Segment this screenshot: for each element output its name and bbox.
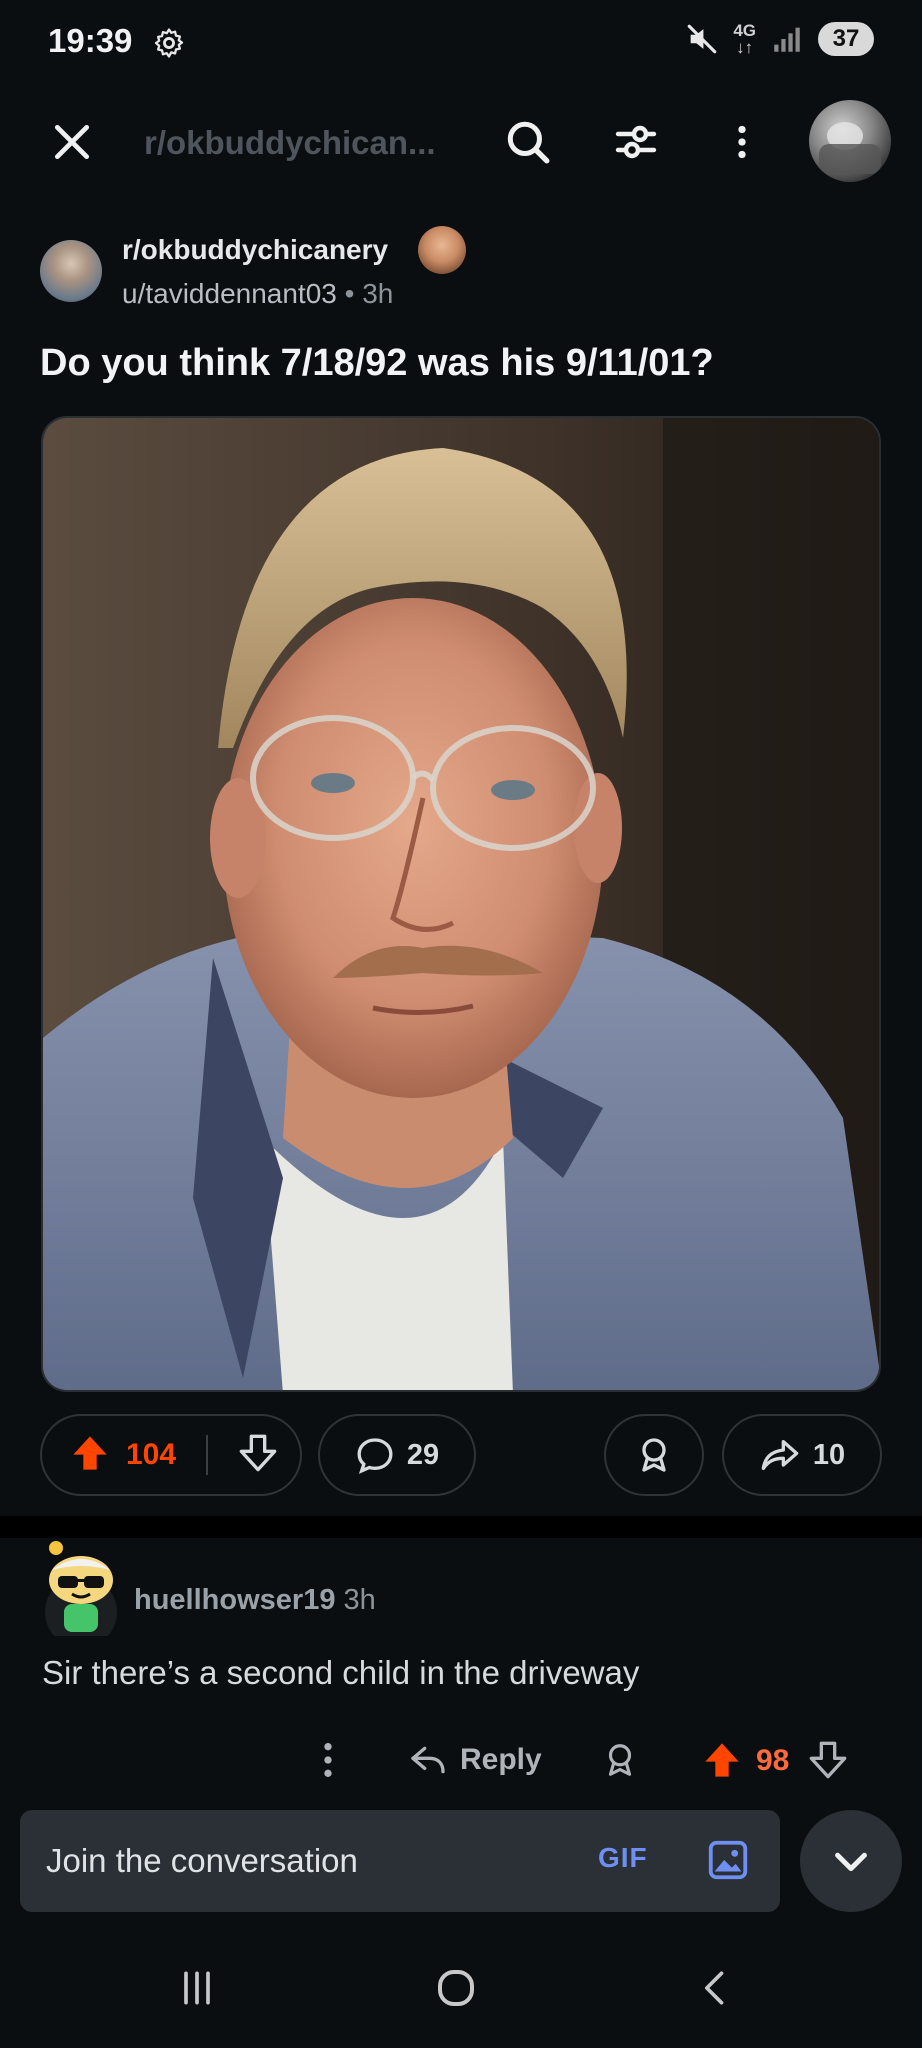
image-icon (708, 1840, 748, 1880)
top-app-bar: r/okbuddychican... (0, 96, 922, 188)
vote-divider (206, 1435, 209, 1475)
filter-sliders-icon (615, 125, 657, 159)
back-button[interactable] (676, 1958, 756, 2018)
downvote-arrow-icon (239, 1434, 277, 1471)
downvote-arrow-icon (809, 1741, 847, 1779)
comment-more-button[interactable] (310, 1734, 346, 1786)
back-chevron-icon (705, 1971, 724, 2005)
search-button[interactable] (500, 114, 556, 170)
post-meta: r/okbuddychicanery u/taviddennant03 • 3h (40, 226, 882, 309)
comments-button[interactable]: 29 (318, 1414, 476, 1496)
overflow-menu-button[interactable] (714, 114, 770, 170)
recent-apps-icon (184, 1971, 210, 2005)
more-vertical-icon (324, 1743, 332, 1777)
comment-count: 29 (406, 1438, 440, 1471)
award-icon (608, 1744, 632, 1776)
comment-downvote-button[interactable] (806, 1734, 850, 1786)
reply-arrow-icon (411, 1746, 445, 1774)
comment-actions: Reply 98 (0, 1730, 922, 1790)
avatar-image-icon (819, 122, 881, 174)
commenter-avatar[interactable] (42, 1540, 120, 1648)
mute-icon (685, 22, 719, 56)
meta-separator: • (344, 278, 355, 309)
comment-award-button[interactable] (596, 1734, 644, 1786)
comment-upvote-button[interactable] (700, 1734, 744, 1786)
status-bar: 19:39 4G ↓↑ 37 (0, 0, 922, 86)
header-subreddit-title[interactable]: r/okbuddychican... (144, 124, 454, 162)
subreddit-flair-icon (418, 226, 466, 274)
comment-age: 3h (343, 1584, 376, 1616)
post-score: 104 (126, 1438, 177, 1471)
search-icon (507, 121, 550, 164)
system-nav-bar (0, 1924, 922, 2048)
reply-button[interactable]: Reply (408, 1734, 542, 1786)
post-action-bar: 104 29 10 (40, 1414, 882, 1496)
comment-composer: GIF (20, 1810, 780, 1912)
gif-button[interactable]: GIF (598, 1842, 648, 1874)
comment-author-line: huellhowser19 3h (134, 1584, 376, 1617)
close-icon (54, 124, 90, 160)
collapse-button[interactable] (800, 1810, 902, 1912)
join-conversation-input[interactable] (46, 1834, 566, 1888)
upvote-button[interactable] (70, 1433, 110, 1478)
home-icon (438, 1970, 474, 2006)
network-type: 4G ↓↑ (733, 21, 756, 57)
share-count: 10 (812, 1438, 846, 1471)
user-avatar[interactable] (809, 100, 891, 182)
recent-apps-button[interactable] (157, 1958, 237, 2018)
comment-body: Sir there’s a second child in the drivew… (42, 1654, 640, 1691)
post-age: 3h (362, 278, 394, 309)
chevron-down-icon (835, 1852, 867, 1872)
settings-gear-icon (152, 26, 186, 60)
subreddit-name[interactable]: r/okbuddychicanery (122, 234, 388, 266)
vote-control: 104 (40, 1414, 302, 1496)
upvote-arrow-icon (73, 1435, 107, 1470)
award-icon (642, 1438, 666, 1472)
comment-author[interactable]: huellhowser19 (134, 1584, 335, 1616)
comment-item: huellhowser19 3h Sir there’s a second ch… (0, 1540, 922, 1810)
share-button[interactable]: 10 (722, 1414, 882, 1496)
award-button[interactable] (604, 1414, 704, 1496)
signal-icon (770, 22, 804, 56)
comment-bubble-icon (357, 1438, 393, 1474)
more-vertical-icon (738, 125, 746, 159)
post-author-line: u/taviddennant03 • 3h (122, 278, 393, 310)
status-time: 19:39 (48, 22, 133, 59)
section-divider (0, 1516, 922, 1538)
close-button[interactable] (44, 114, 100, 170)
subreddit-avatar[interactable] (40, 240, 102, 302)
battery-level: 37 (818, 22, 874, 56)
reply-label: Reply (460, 1743, 542, 1776)
share-arrow-icon (761, 1440, 799, 1470)
post-title[interactable]: Do you think 7/18/92 was his 9/11/01? (40, 342, 882, 385)
comment-score: 98 (756, 1744, 790, 1777)
sort-filter-button[interactable] (608, 114, 664, 170)
post-author[interactable]: u/taviddennant03 (122, 278, 337, 309)
downvote-button[interactable] (238, 1433, 278, 1478)
home-button[interactable] (416, 1958, 496, 2018)
attach-image-button[interactable] (702, 1834, 754, 1886)
status-indicators: 4G ↓↑ 37 (685, 22, 874, 56)
post-image[interactable] (41, 416, 881, 1392)
upvote-arrow-icon (705, 1743, 739, 1777)
